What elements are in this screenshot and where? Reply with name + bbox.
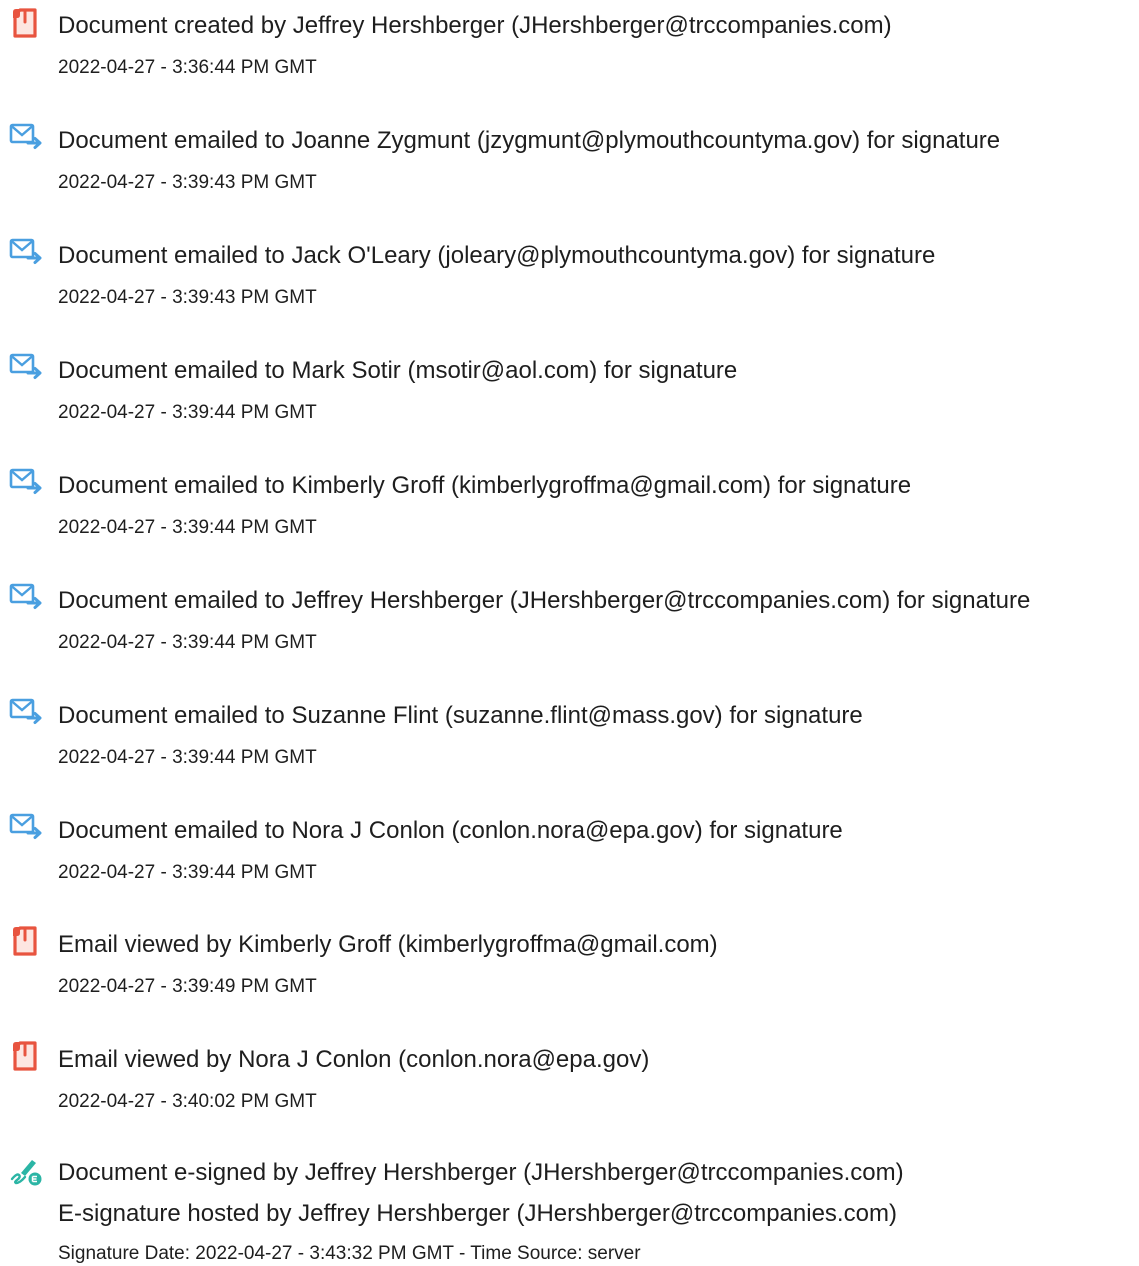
event-title: Document emailed to Mark Sotir (msotir@a…	[58, 357, 738, 384]
document-icon	[8, 924, 42, 958]
esignature-hosted-text: E-signature hosted by Jeffrey Hershberge…	[58, 1200, 897, 1227]
email-send-icon	[8, 464, 42, 498]
event-timestamp: 2022-04-27 - 3:39:44 PM GMT	[58, 402, 317, 423]
audit-log-page: { "events": [ { "icon": "document-icon",…	[0, 0, 1139, 1264]
email-send-icon	[8, 579, 42, 613]
document-icon	[8, 1039, 42, 1073]
event-title: Email viewed by Nora J Conlon (conlon.no…	[58, 1046, 650, 1073]
esign-pen-icon	[8, 1153, 42, 1187]
event-timestamp: 2022-04-27 - 3:39:43 PM GMT	[58, 172, 317, 193]
signature-date: Signature Date: 2022-04-27 - 3:43:32 PM …	[58, 1243, 641, 1264]
document-icon	[8, 6, 42, 40]
event-title: Document emailed to Kimberly Groff (kimb…	[58, 472, 912, 499]
email-send-icon	[8, 349, 42, 383]
event-timestamp: 2022-04-27 - 3:36:44 PM GMT	[58, 57, 317, 78]
event-timestamp: 2022-04-27 - 3:39:43 PM GMT	[58, 287, 317, 308]
email-send-icon	[8, 809, 42, 843]
event-timestamp: 2022-04-27 - 3:39:44 PM GMT	[58, 517, 317, 538]
email-send-icon	[8, 119, 42, 153]
event-title: Document created by Jeffrey Hershberger …	[58, 12, 892, 39]
event-timestamp: 2022-04-27 - 3:39:44 PM GMT	[58, 632, 317, 653]
event-title: Document emailed to Suzanne Flint (suzan…	[58, 702, 863, 729]
event-title: Document e-signed by Jeffrey Hershberger…	[58, 1159, 904, 1186]
event-timestamp: 2022-04-27 - 3:39:44 PM GMT	[58, 862, 317, 883]
event-title: Document emailed to Jack O'Leary (jolear…	[58, 242, 936, 269]
event-title: Document emailed to Nora J Conlon (conlo…	[58, 817, 843, 844]
event-timestamp: 2022-04-27 - 3:40:02 PM GMT	[58, 1091, 317, 1112]
event-title: Document emailed to Joanne Zygmunt (jzyg…	[58, 127, 1001, 154]
event-title: Email viewed by Kimberly Groff (kimberly…	[58, 931, 718, 958]
event-timestamp: 2022-04-27 - 3:39:49 PM GMT	[58, 976, 317, 997]
email-send-icon	[8, 694, 42, 728]
event-title: Document emailed to Jeffrey Hershberger …	[58, 587, 1031, 614]
email-send-icon	[8, 234, 42, 268]
event-timestamp: 2022-04-27 - 3:39:44 PM GMT	[58, 747, 317, 768]
